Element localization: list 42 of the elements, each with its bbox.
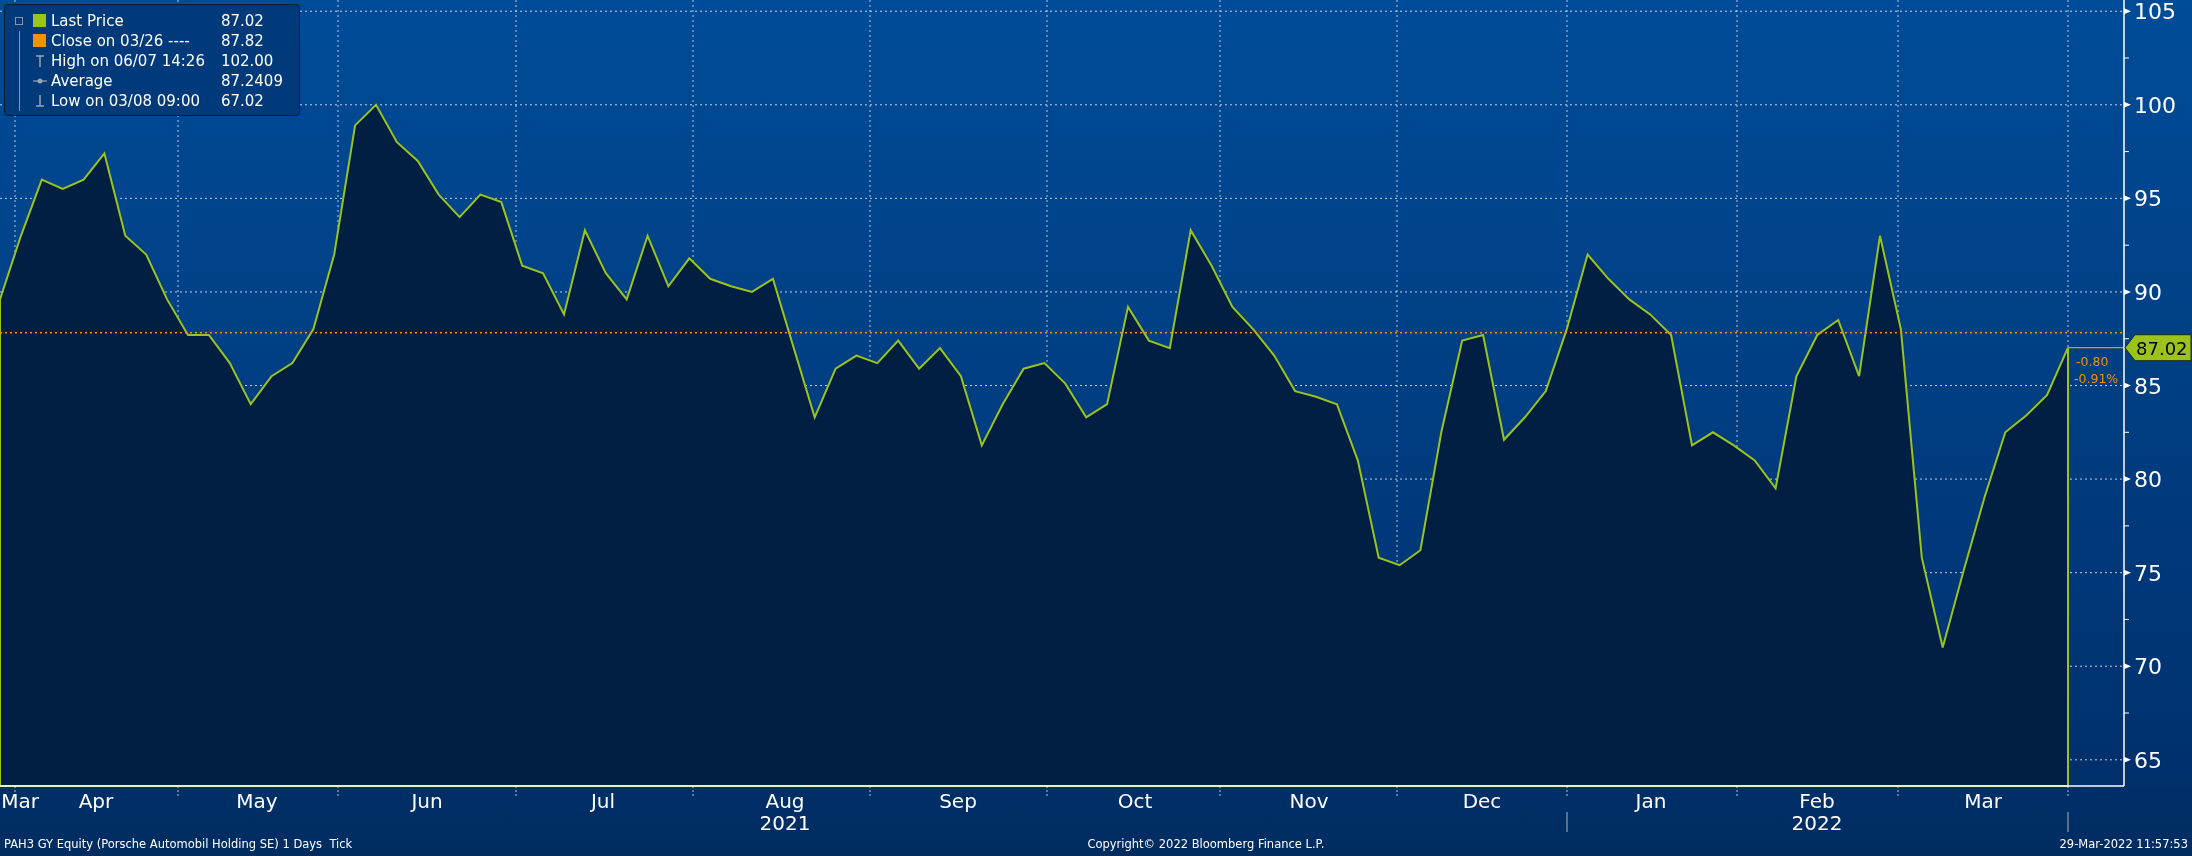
x-axis-label: May — [236, 789, 278, 813]
year-label: 2022 — [1791, 811, 1843, 832]
legend-label: Low on 03/08 09:00 — [51, 91, 201, 111]
y-axis-label: 65 — [2134, 747, 2162, 773]
average-marker-icon — [33, 78, 47, 84]
collapse-icon[interactable] — [15, 17, 23, 25]
x-axis-label: Apr — [78, 789, 114, 813]
legend-label: High on 06/07 14:26 — [51, 51, 205, 71]
legend-value: 102.00 — [219, 51, 275, 71]
timestamp: 29-Mar-2022 11:57:53 — [2059, 837, 2188, 851]
legend-label: Close on 03/26 ---- — [51, 31, 191, 51]
price-change-percent: -0.91% — [2074, 370, 2119, 386]
y-axis-label: 75 — [2134, 560, 2162, 586]
y-axis-label: 85 — [2134, 373, 2162, 399]
x-axis-label: Oct — [1117, 789, 1153, 813]
y-axis-label: 105 — [2134, 0, 2176, 25]
legend-value: 87.2409 — [219, 71, 284, 91]
legend-value: 87.82 — [219, 31, 265, 51]
legend-value: 87.02 — [219, 11, 265, 31]
x-axis-label: Dec — [1462, 789, 1502, 813]
x-axis-label: Feb — [1799, 789, 1835, 813]
y-axis-label: 70 — [2134, 654, 2162, 680]
x-axis-label: Jun — [411, 789, 443, 813]
copyright-text: Copyright© 2022 Bloomberg Finance L.P. — [1087, 837, 1325, 851]
legend-value: 67.02 — [219, 91, 265, 111]
x-axis-label: Jan — [1635, 789, 1667, 813]
y-axis-label: 100 — [2134, 92, 2176, 118]
legend-label: Last Price — [51, 11, 125, 31]
x-axis-label: Nov — [1289, 789, 1329, 813]
security-description: PAH3 GY Equity (Porsche Automobil Holding SE) 1 Days Tick — [4, 837, 353, 851]
x-axis-label: Sep — [939, 789, 977, 813]
y-axis-label: 95 — [2134, 186, 2162, 212]
x-axis-label: Mar — [1, 789, 39, 813]
price-change: -0.80 — [2076, 353, 2109, 369]
x-axis-label: Jul — [590, 789, 616, 813]
x-axis-label: Aug — [765, 789, 805, 813]
y-axis-label: 80 — [2134, 467, 2162, 493]
y-axis-label: 90 — [2134, 279, 2162, 305]
last-price-tag: 87.02 — [2124, 334, 2192, 362]
legend-label: Average — [51, 71, 114, 91]
year-label: 2021 — [759, 811, 811, 832]
x-axis-label: Mar — [1964, 789, 2002, 813]
